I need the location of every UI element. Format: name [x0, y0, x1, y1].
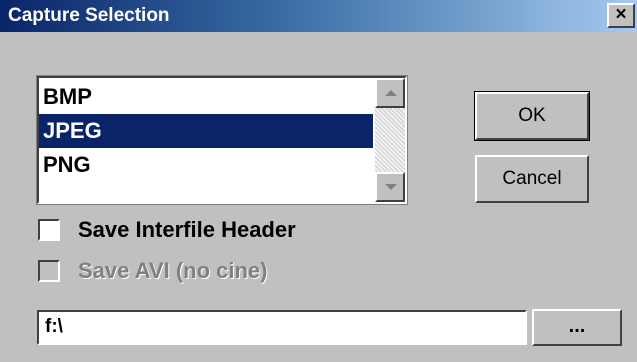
- save-avi-checkbox: [38, 260, 60, 282]
- scroll-up-icon: [385, 90, 397, 96]
- window-title: Capture Selection: [8, 5, 170, 26]
- title-bar[interactable]: Capture Selection ×: [0, 0, 637, 32]
- format-listbox[interactable]: BMP JPEG PNG: [36, 75, 408, 205]
- browse-button[interactable]: ...: [532, 309, 622, 346]
- close-icon: ×: [615, 4, 627, 25]
- save-interfile-header-label: Save Interfile Header: [78, 217, 296, 242]
- scroll-down-button[interactable]: [375, 172, 405, 202]
- list-item-bmp[interactable]: BMP: [39, 80, 373, 114]
- close-button[interactable]: ×: [607, 3, 635, 28]
- path-input[interactable]: f:\: [37, 310, 527, 345]
- list-item-jpeg[interactable]: JPEG: [39, 114, 373, 148]
- ok-button[interactable]: OK: [474, 91, 590, 141]
- scroll-up-button[interactable]: [375, 78, 405, 108]
- scroll-down-icon: [385, 184, 397, 190]
- vertical-scrollbar[interactable]: [375, 78, 405, 202]
- list-item-png[interactable]: PNG: [39, 148, 373, 182]
- cancel-button[interactable]: Cancel: [475, 155, 589, 203]
- save-avi-label: Save AVI (no cine): [78, 258, 268, 283]
- format-list: BMP JPEG PNG: [39, 80, 373, 182]
- save-interfile-header-checkbox[interactable]: [38, 219, 60, 241]
